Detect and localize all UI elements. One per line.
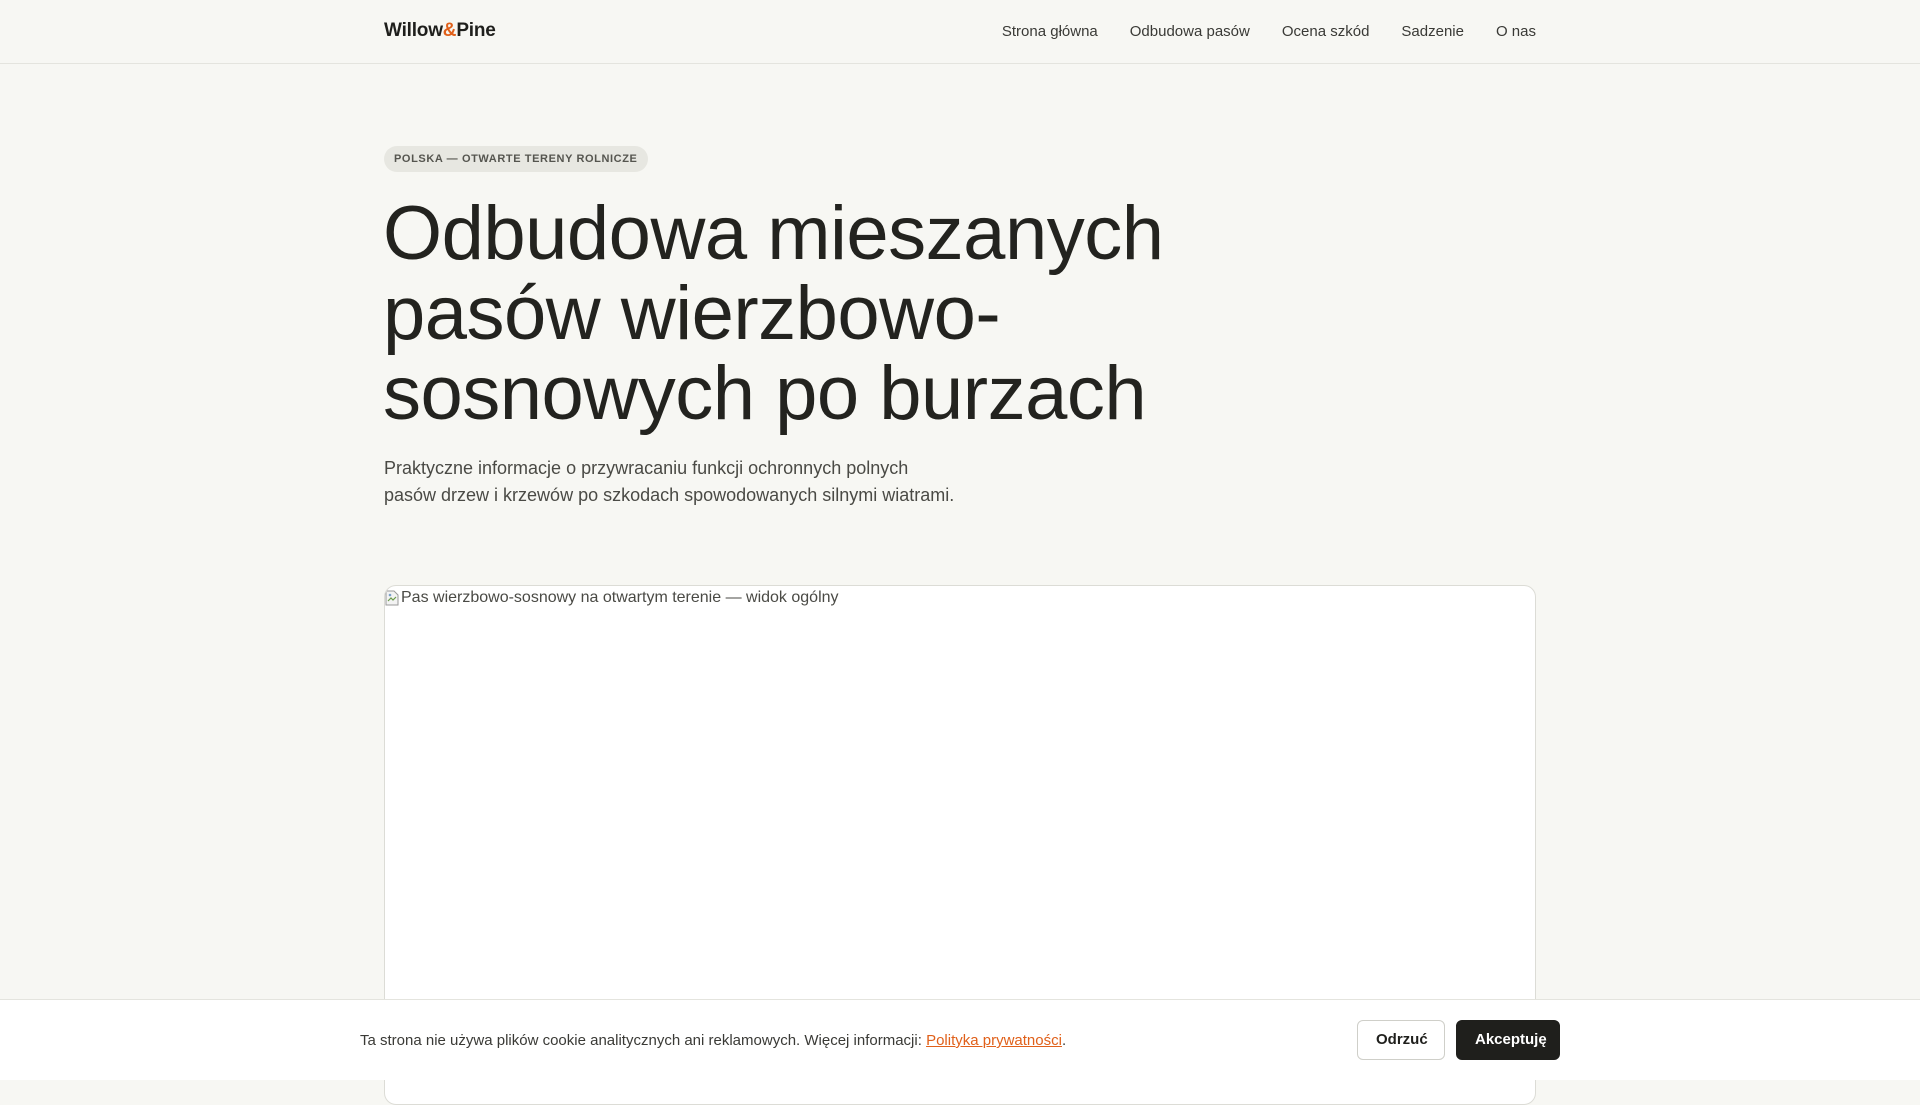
brand-ampersand: &: [442, 20, 457, 41]
page-title: Odbudowa mieszanych pasów wierzbowo-sosn…: [383, 191, 1164, 436]
brand-name-part2: Pine: [456, 20, 496, 41]
page-lede: Praktyczne informacje o przywracaniu fun…: [384, 458, 955, 505]
eyebrow-badge: POLSKA — OTWARTE TERENY ROLNICZE: [384, 146, 648, 172]
broken-image-icon: [385, 590, 399, 606]
hero-image-alt-text: Pas wierzbowo-sosnowy na otwartym tereni…: [401, 589, 839, 606]
brand-logo[interactable]: Willow&Pine: [384, 20, 496, 42]
cookie-message-suffix: .: [1061, 1032, 1067, 1049]
nav-link-home[interactable]: Strona główna: [1002, 23, 1098, 40]
main-nav: Strona główna Odbudowa pasów Ocena szkód…: [1002, 23, 1536, 40]
hero-image-alt: Pas wierzbowo-sosnowy na otwartym tereni…: [385, 589, 839, 607]
nav-link-about[interactable]: O nas: [1496, 23, 1536, 40]
nav-link-planting[interactable]: Sadzenie: [1401, 23, 1464, 40]
nav-link-belt-restoration[interactable]: Odbudowa pasów: [1130, 23, 1250, 40]
nav-link-damage-assessment[interactable]: Ocena szkód: [1282, 23, 1370, 40]
reject-cookies-button[interactable]: Odrzuć: [1357, 1020, 1445, 1060]
accept-cookies-button[interactable]: Akceptuję: [1456, 1020, 1560, 1060]
cookie-message-text: Ta strona nie używa plików cookie analit…: [360, 1032, 927, 1049]
cookie-message: Ta strona nie używa plików cookie analit…: [360, 1032, 1066, 1049]
cookie-banner: Ta strona nie używa plików cookie analit…: [0, 999, 1920, 1080]
brand-name-part1: Willow: [384, 20, 443, 41]
site-header: Willow&Pine Strona główna Odbudowa pasów…: [0, 0, 1920, 64]
privacy-policy-link[interactable]: Polityka prywatności: [926, 1032, 1062, 1049]
